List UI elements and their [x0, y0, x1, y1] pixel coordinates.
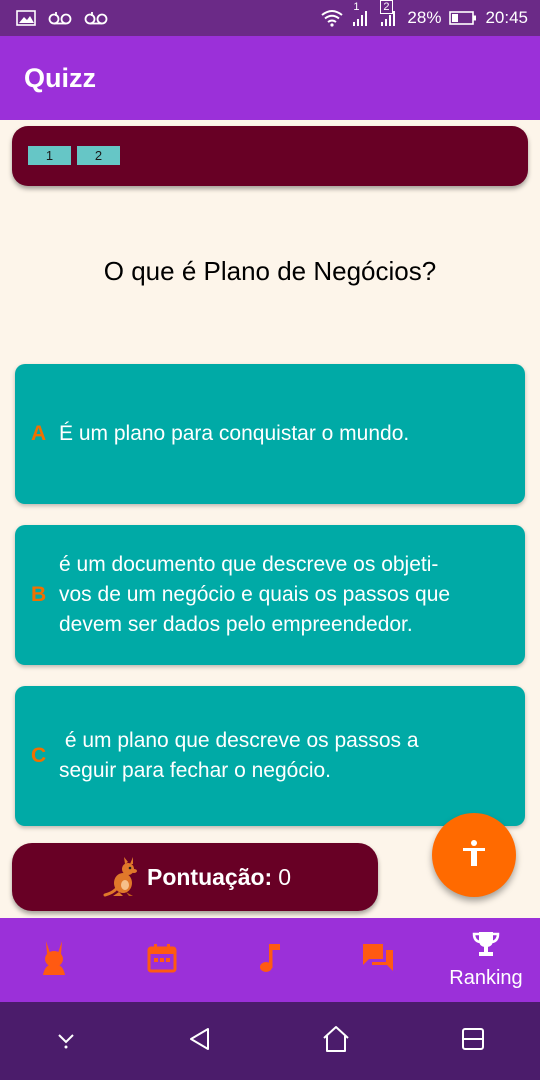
status-bar: 1 2 28% 20:45 [0, 0, 540, 36]
nav-item-music[interactable] [216, 918, 324, 1002]
answer-text: é um documento que descreve os objeti- v… [59, 553, 451, 636]
answer-option-b[interactable]: B é um documento que descreve os objeti-… [15, 525, 525, 665]
answer-letter: C [31, 744, 47, 767]
question-chip-2[interactable]: 2 [77, 146, 120, 165]
rabbit-icon [39, 939, 69, 982]
kangaroo-icon [99, 855, 143, 899]
calendar-icon [147, 943, 177, 978]
score-label: Pontuação: [146, 863, 273, 890]
accessibility-icon [461, 839, 487, 872]
hide-keyboard-icon[interactable] [54, 1027, 78, 1056]
score-value: 0 [278, 863, 292, 890]
battery-icon [449, 10, 477, 26]
nav-item-calendar[interactable] [108, 918, 216, 1002]
bottom-navigation: Ranking [0, 918, 540, 1002]
voicemail-icon [84, 10, 108, 26]
trophy-icon [471, 930, 501, 963]
question-text: O que é Plano de Negócios? [103, 256, 437, 286]
score-pill: Pontuação: 0 [12, 843, 378, 911]
system-navigation-bar [0, 1002, 540, 1080]
app-title: Quizz [24, 62, 96, 93]
back-icon[interactable] [187, 1026, 213, 1057]
music-note-icon [258, 942, 282, 979]
chat-icon [361, 942, 395, 979]
nav-label-ranking: Ranking [449, 967, 523, 989]
signal-icon: 2 [379, 0, 399, 27]
app-bar: Quizz [0, 36, 540, 120]
recents-icon[interactable] [460, 1026, 486, 1057]
question-navigator: 1 2 [12, 126, 528, 186]
nav-item-home[interactable] [0, 918, 108, 1002]
accessibility-button[interactable] [432, 813, 516, 897]
answer-letter: B [31, 583, 47, 606]
clock: 20:45 [485, 8, 528, 27]
answer-text: É um plano para conquistar o mundo. [59, 422, 410, 445]
nav-item-chat[interactable] [324, 918, 432, 1002]
answer-option-a[interactable]: A É um plano para conquistar o mundo. [15, 364, 525, 504]
wifi-icon [321, 9, 344, 27]
answer-letter: A [31, 422, 47, 445]
answer-text: é um plano que descreve os passos a segu… [59, 729, 419, 782]
nav-item-ranking[interactable]: Ranking [432, 918, 540, 1002]
answer-option-c[interactable]: C é um plano que descreve os passos a se… [15, 686, 525, 826]
voicemail-icon [48, 10, 72, 26]
battery-percent: 28% [407, 8, 442, 27]
question-chip-1[interactable]: 1 [28, 146, 71, 165]
signal-icon: 1 [351, 1, 371, 27]
image-icon [16, 10, 36, 26]
home-icon[interactable] [321, 1025, 351, 1058]
